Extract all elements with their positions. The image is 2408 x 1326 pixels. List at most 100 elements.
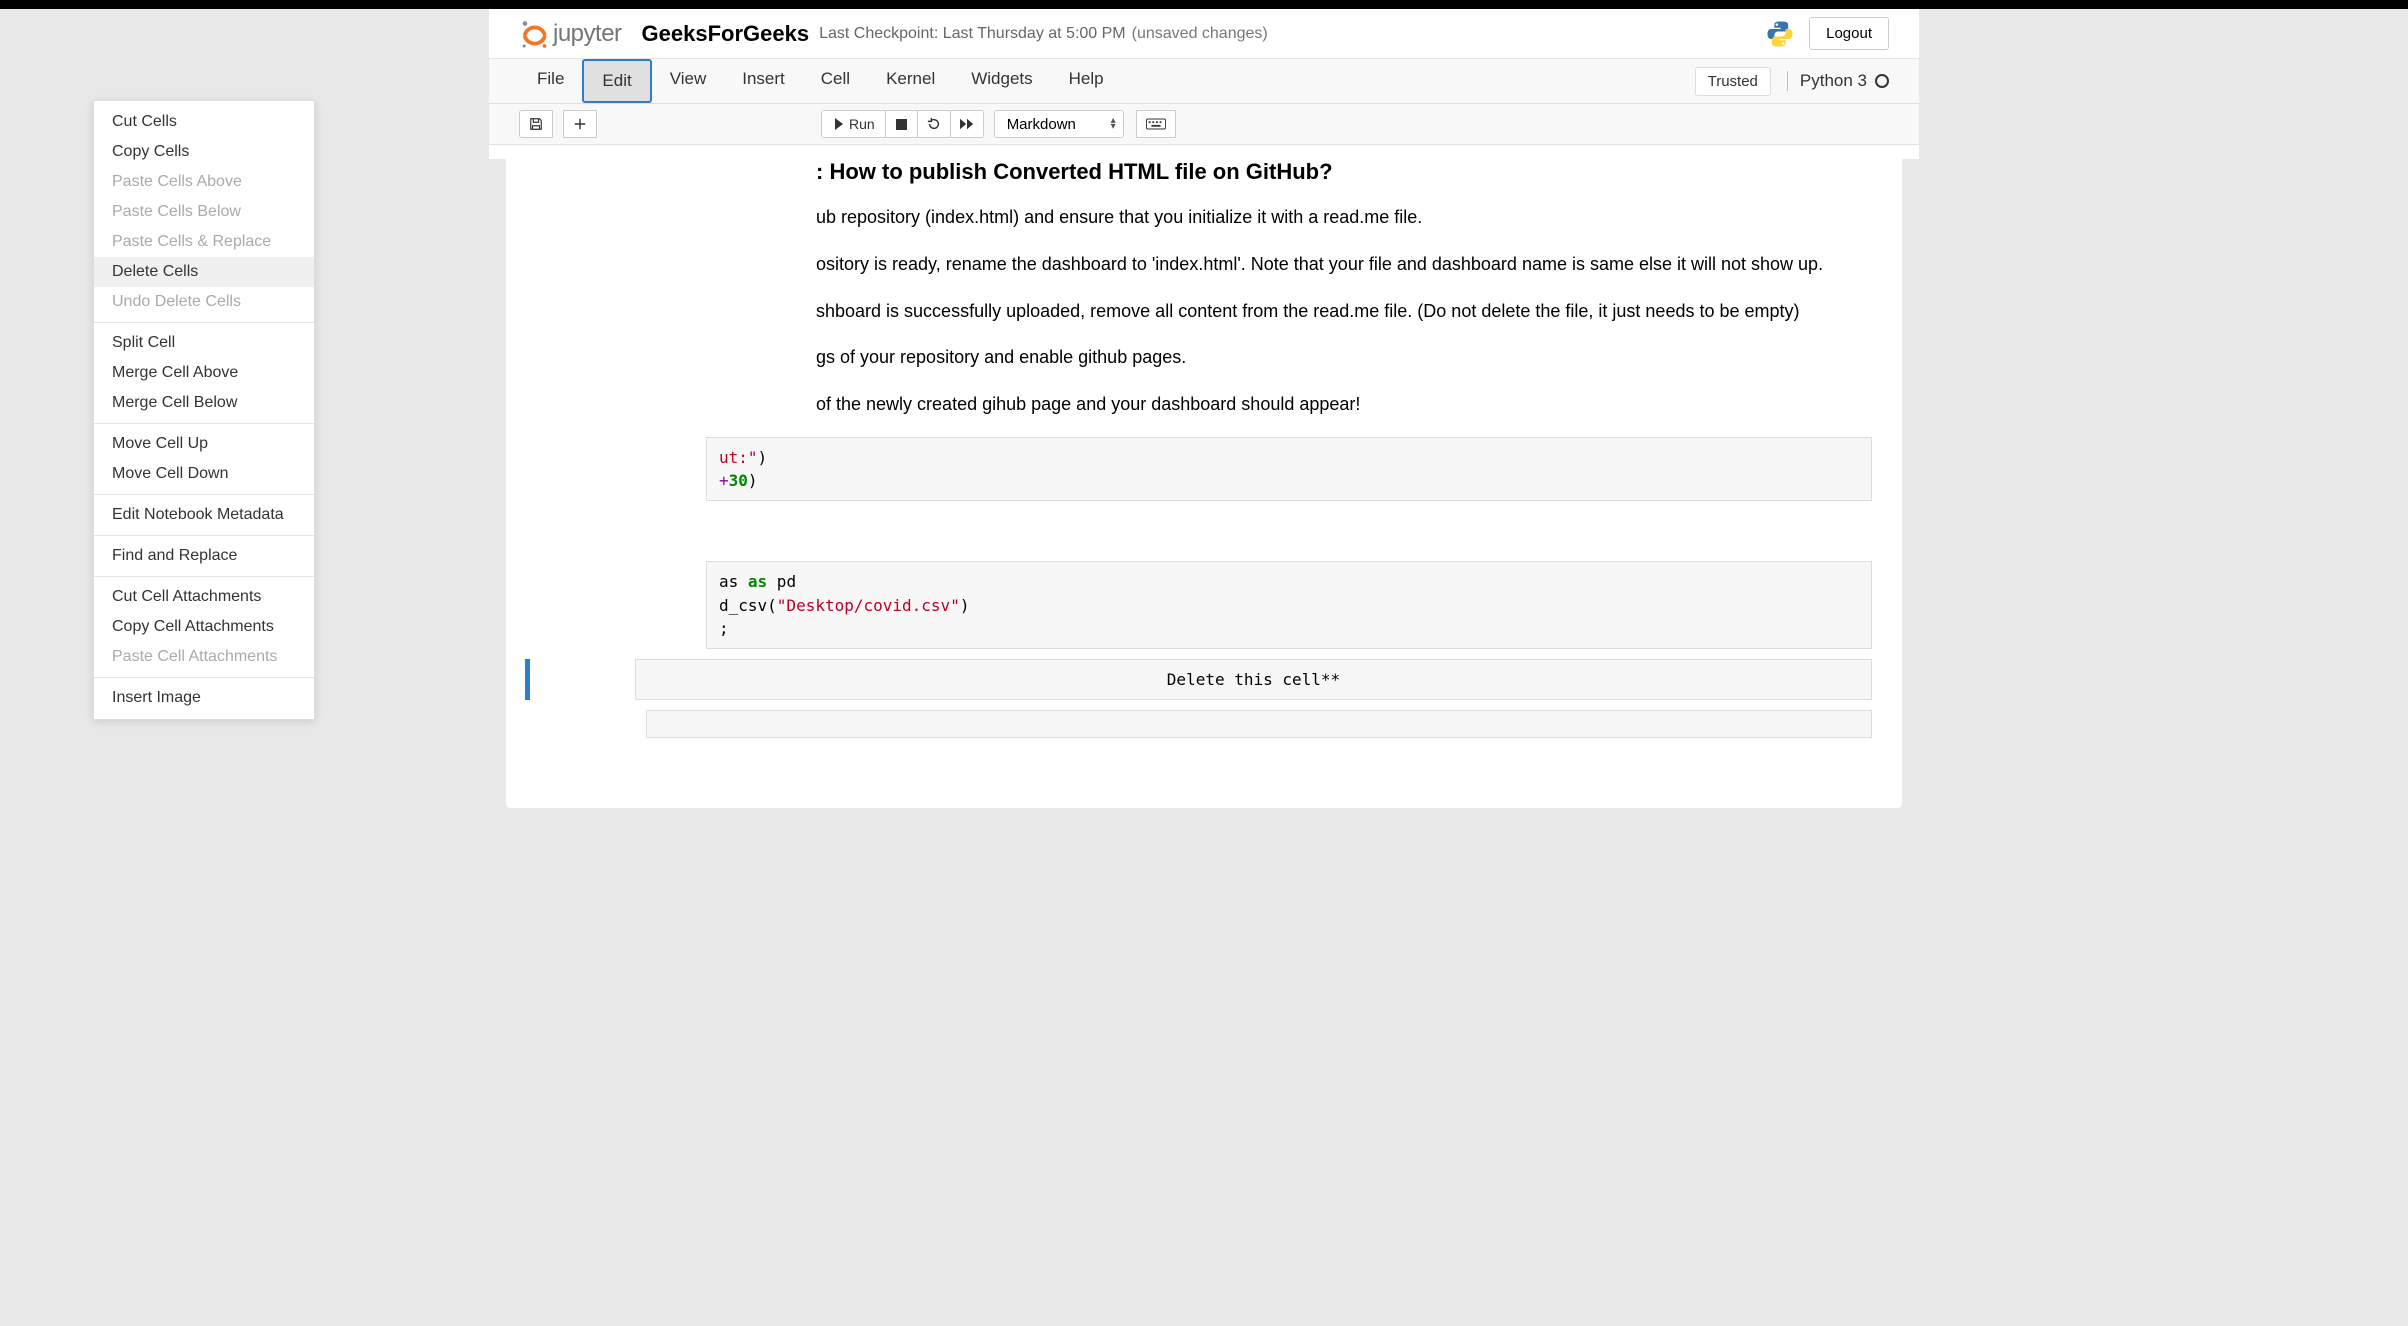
edit-menu-paste-cells-replace: Paste Cells & Replace	[94, 227, 314, 257]
edit-menu-copy-cell-attachments[interactable]: Copy Cell Attachments	[94, 612, 314, 642]
code-token: )	[748, 471, 758, 490]
markdown-raw-cell[interactable]: Delete this cell**	[536, 659, 1872, 700]
code-body-1[interactable]: ut:") +30)	[706, 437, 1872, 501]
menu-help[interactable]: Help	[1051, 59, 1122, 103]
checkpoint-text: Last Checkpoint: Last Thursday at 5:00 P…	[819, 25, 1126, 43]
edit-menu-move-cell-up[interactable]: Move Cell Up	[94, 429, 314, 459]
keyboard-icon	[1146, 118, 1166, 130]
menu-kernel[interactable]: Kernel	[868, 59, 953, 103]
menubar-left: File Edit View Insert Cell Kernel Widget…	[519, 59, 1122, 103]
code-cell-1[interactable]: ut:") +30)	[706, 437, 1872, 501]
save-icon	[529, 117, 543, 131]
edit-dropdown-menu: Cut CellsCopy CellsPaste Cells AbovePast…	[93, 100, 315, 720]
menu-view[interactable]: View	[652, 59, 725, 103]
menubar: File Edit View Insert Cell Kernel Widget…	[489, 59, 1919, 104]
toolbar: Run Markdown ▴▾	[489, 104, 1919, 145]
code-token: as	[748, 572, 767, 591]
edit-menu-merge-cell-below[interactable]: Merge Cell Below	[94, 388, 314, 418]
restart-icon	[927, 117, 941, 131]
edit-menu-edit-notebook-metadata[interactable]: Edit Notebook Metadata	[94, 500, 314, 530]
cell-type-wrap: Markdown ▴▾	[988, 110, 1124, 138]
run-button[interactable]: Run	[821, 110, 885, 138]
jupyter-logo-text: jupyter	[553, 20, 622, 48]
code-body-2[interactable]: as as pd d_csv("Desktop/covid.csv") ;	[706, 561, 1872, 649]
code-token: as	[719, 572, 748, 591]
markdown-line-2[interactable]: ository is ready, rename the dashboard t…	[816, 250, 1872, 279]
markdown-raw-text: Delete this cell**	[1167, 670, 1340, 689]
command-palette-button[interactable]	[1136, 110, 1176, 138]
run-group: Run	[821, 110, 984, 138]
menu-insert[interactable]: Insert	[724, 59, 803, 103]
add-cell-button[interactable]	[563, 110, 597, 138]
dropdown-divider	[94, 576, 314, 577]
run-label: Run	[849, 116, 875, 132]
notebook-body: : How to publish Converted HTML file on …	[506, 159, 1902, 778]
edit-menu-move-cell-down[interactable]: Move Cell Down	[94, 459, 314, 489]
notebook-outer: : How to publish Converted HTML file on …	[489, 159, 1919, 868]
python-logo-icon	[1765, 19, 1795, 49]
cell-type-select[interactable]: Markdown	[994, 110, 1124, 138]
page-wrapper: jupyter GeeksForGeeks Last Checkpoint: L…	[489, 9, 1919, 868]
header-right: Logout	[1765, 17, 1889, 50]
code-token: )	[758, 448, 768, 467]
menu-widgets[interactable]: Widgets	[953, 59, 1050, 103]
restart-button[interactable]	[917, 110, 950, 138]
code-token: +	[719, 471, 729, 490]
edit-menu-paste-cells-below: Paste Cells Below	[94, 197, 314, 227]
dropdown-divider	[94, 494, 314, 495]
markdown-heading[interactable]: : How to publish Converted HTML file on …	[816, 159, 1872, 185]
menu-cell[interactable]: Cell	[803, 59, 868, 103]
content-wrapper: : How to publish Converted HTML file on …	[536, 159, 1872, 419]
edit-menu-cut-cells[interactable]: Cut Cells	[94, 107, 314, 137]
run-icon	[832, 118, 844, 130]
menu-file[interactable]: File	[519, 59, 582, 103]
markdown-line-5[interactable]: of the newly created gihub page and your…	[816, 390, 1872, 419]
code-cell-2[interactable]: as as pd d_csv("Desktop/covid.csv") ;	[706, 561, 1872, 649]
edit-menu-paste-cell-attachments: Paste Cell Attachments	[94, 642, 314, 672]
kernel-status-icon	[1875, 74, 1889, 88]
notebook-inner: : How to publish Converted HTML file on …	[506, 159, 1902, 808]
logout-button[interactable]: Logout	[1809, 17, 1889, 50]
trusted-indicator[interactable]: Trusted	[1695, 67, 1771, 96]
empty-cell[interactable]	[646, 710, 1872, 738]
code-token: ;	[719, 619, 729, 638]
dropdown-divider	[94, 423, 314, 424]
edit-menu-undo-delete-cells: Undo Delete Cells	[94, 287, 314, 317]
stop-icon	[896, 119, 907, 130]
kernel-indicator[interactable]: Python 3	[1787, 71, 1889, 91]
edit-menu-copy-cells[interactable]: Copy Cells	[94, 137, 314, 167]
header: jupyter GeeksForGeeks Last Checkpoint: L…	[489, 9, 1919, 59]
edit-menu-cut-cell-attachments[interactable]: Cut Cell Attachments	[94, 582, 314, 612]
notebook-name[interactable]: GeeksForGeeks	[642, 21, 810, 47]
code-token: d_csv(	[719, 596, 777, 615]
cell-prompt-selected	[525, 659, 635, 700]
markdown-line-3[interactable]: shboard is successfully uploaded, remove…	[816, 297, 1872, 326]
edit-menu-delete-cells[interactable]: Delete Cells	[94, 257, 314, 287]
unsaved-indicator: (unsaved changes)	[1132, 25, 1268, 43]
code-token: 30	[729, 471, 748, 490]
dropdown-divider	[94, 322, 314, 323]
restart-run-all-button[interactable]	[950, 110, 984, 138]
edit-menu-split-cell[interactable]: Split Cell	[94, 328, 314, 358]
interrupt-button[interactable]	[885, 110, 917, 138]
top-black-bar	[0, 0, 2408, 9]
jupyter-logo-icon	[519, 19, 549, 49]
code-token: pd	[767, 572, 796, 591]
dropdown-divider	[94, 677, 314, 678]
dropdown-divider	[94, 535, 314, 536]
plus-icon	[573, 117, 587, 131]
edit-menu-merge-cell-above[interactable]: Merge Cell Above	[94, 358, 314, 388]
markdown-line-4[interactable]: gs of your repository and enable github …	[816, 343, 1872, 372]
markdown-line-1[interactable]: ub repository (index.html) and ensure th…	[816, 203, 1872, 232]
markdown-raw-body[interactable]: Delete this cell**	[635, 659, 1872, 700]
code-token: )	[960, 596, 970, 615]
menu-edit[interactable]: Edit	[582, 59, 651, 103]
edit-menu-insert-image[interactable]: Insert Image	[94, 683, 314, 713]
edit-menu-find-and-replace[interactable]: Find and Replace	[94, 541, 314, 571]
menubar-right: Trusted Python 3	[1695, 67, 1889, 96]
fast-forward-icon	[960, 118, 974, 130]
code-token: "Desktop/covid.csv"	[777, 596, 960, 615]
save-button[interactable]	[519, 110, 553, 138]
jupyter-logo[interactable]: jupyter	[519, 19, 622, 49]
kernel-name: Python 3	[1800, 71, 1867, 91]
